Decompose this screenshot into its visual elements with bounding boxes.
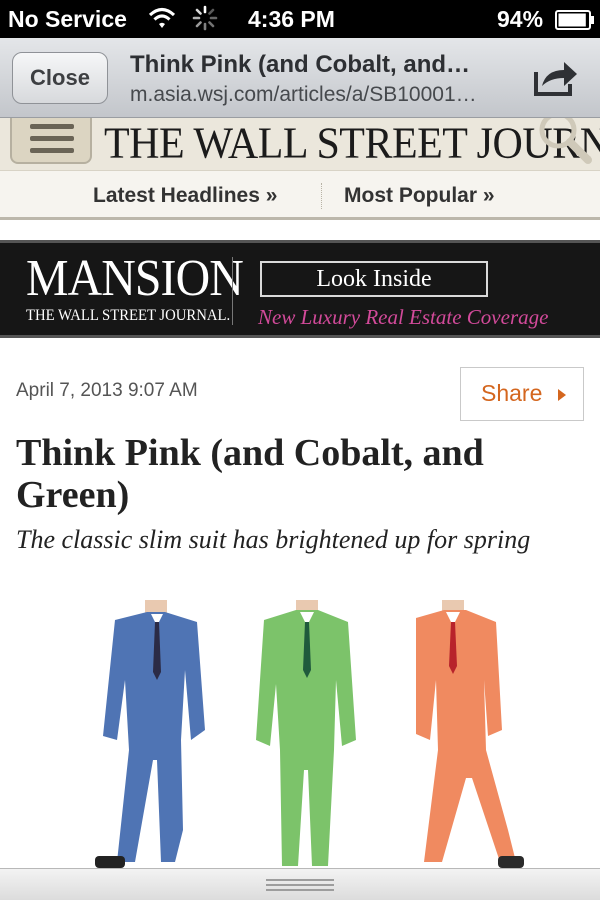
battery-icon (555, 10, 594, 30)
page-title: Think Pink (and Cobalt, and… (130, 51, 471, 78)
share-icon[interactable] (530, 56, 580, 100)
nav-most-popular[interactable]: Most Popular » (344, 184, 495, 208)
ad-brand-sub: THE WALL STREET JOURNAL. (26, 307, 231, 324)
bottom-drawer[interactable] (0, 868, 600, 900)
carrier-label: No Service (8, 6, 127, 32)
ad-divider (232, 257, 233, 325)
close-button[interactable]: Close (12, 52, 108, 104)
nav-latest-headlines[interactable]: Latest Headlines » (93, 184, 277, 208)
share-button-label: Share (481, 380, 543, 406)
ad-tagline: New Luxury Real Estate Coverage (258, 305, 549, 329)
search-icon[interactable] (536, 118, 594, 168)
article-dek: The classic slim suit has brightened up … (16, 525, 531, 554)
browser-toolbar: Close Think Pink (and Cobalt, and… m.asi… (0, 38, 600, 118)
article-headline: Think Pink (and Cobalt, and Green) (16, 432, 484, 516)
ad-cta-button[interactable]: Look Inside (260, 261, 488, 297)
hero-image (0, 600, 600, 872)
battery-percent: 94% (497, 6, 544, 32)
play-arrow-icon (558, 389, 566, 401)
site-header: THE WALL STREET JOURNAL. (0, 118, 600, 170)
ad-banner[interactable]: MANSION THE WALL STREET JOURNAL. Look In… (0, 240, 600, 338)
clock: 4:36 PM (248, 6, 335, 32)
page-url[interactable]: m.asia.wsj.com/articles/a/SB10001… (130, 83, 520, 107)
share-button[interactable]: Share (460, 367, 584, 421)
nav-divider (321, 183, 322, 209)
activity-spinner-icon (192, 5, 218, 31)
article-dateline: April 7, 2013 9:07 AM (16, 380, 198, 401)
status-bar: No Service 4:36 PM 94% (0, 0, 600, 38)
ad-brand: MANSION (26, 250, 244, 307)
wifi-icon (148, 7, 176, 28)
site-logo[interactable]: THE WALL STREET JOURNAL. (104, 119, 600, 169)
drag-handle-icon[interactable] (266, 879, 334, 891)
menu-icon[interactable] (10, 118, 92, 164)
section-nav: Latest Headlines » Most Popular » (0, 170, 600, 220)
